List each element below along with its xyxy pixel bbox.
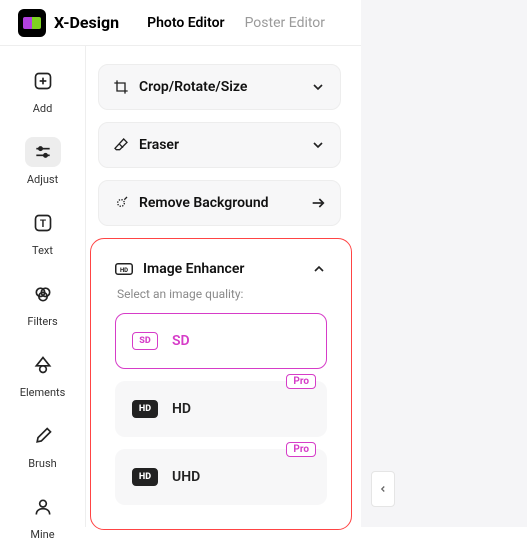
eraser-icon	[113, 137, 129, 153]
chevron-down-icon	[310, 137, 326, 153]
chevron-down-icon	[310, 79, 326, 95]
accordion-image-enhancer[interactable]: HD Image Enhancer Select an image qualit…	[101, 249, 341, 511]
sidebar-item-label: Elements	[20, 386, 66, 399]
quality-label: SD	[172, 333, 190, 349]
arrow-right-icon	[310, 195, 326, 211]
canvas-area	[361, 0, 527, 527]
highlight-callout: HD Image Enhancer Select an image qualit…	[90, 238, 352, 530]
pro-badge: Pro	[286, 374, 316, 389]
app-logo	[18, 9, 46, 37]
sidebar-item-add[interactable]: Add	[13, 66, 73, 115]
text-icon: T	[33, 213, 53, 233]
sd-badge-icon: SD	[132, 332, 158, 350]
sidebar-item-label: Filters	[27, 315, 57, 328]
svg-text:HD: HD	[120, 267, 128, 274]
tab-photo-editor[interactable]: Photo Editor	[147, 15, 224, 31]
tab-poster-editor[interactable]: Poster Editor	[245, 15, 325, 31]
sidebar-item-label: Mine	[30, 528, 54, 541]
chevron-left-icon	[378, 482, 388, 496]
sidebar-item-text[interactable]: T Text	[13, 208, 73, 257]
left-sidebar: Add Adjust T Text Filters Elements Brush…	[0, 46, 86, 527]
sliders-icon	[33, 142, 53, 162]
sidebar-item-mine[interactable]: Mine	[13, 492, 73, 541]
quality-option-uhd[interactable]: Pro HD UHD	[115, 449, 327, 505]
quality-option-sd[interactable]: SD SD	[115, 313, 327, 369]
accordion-crop[interactable]: Crop/Rotate/Size	[98, 64, 341, 110]
pro-badge: Pro	[286, 442, 316, 457]
accordion-title: Image Enhancer	[143, 261, 244, 277]
hd-badge-icon: HD	[132, 400, 158, 418]
accordion-title: Remove Background	[139, 195, 269, 211]
accordion-title: Eraser	[139, 137, 179, 153]
chevron-up-icon	[311, 261, 327, 277]
sidebar-item-filters[interactable]: Filters	[13, 279, 73, 328]
plus-icon	[33, 71, 53, 91]
accordion-eraser[interactable]: Eraser	[98, 122, 341, 168]
quality-label: UHD	[172, 469, 200, 485]
quality-label: HD	[172, 401, 191, 417]
collapse-panel-button[interactable]	[371, 471, 395, 507]
accordion-title: Crop/Rotate/Size	[139, 79, 247, 95]
sidebar-item-label: Text	[32, 244, 53, 257]
remove-bg-icon	[113, 195, 129, 211]
sidebar-item-elements[interactable]: Elements	[13, 350, 73, 399]
uhd-badge-icon: HD	[132, 468, 158, 486]
accordion-remove-background[interactable]: Remove Background	[98, 180, 341, 226]
hd-icon: HD	[115, 262, 133, 276]
enhancer-subtitle: Select an image quality:	[115, 287, 327, 301]
filters-icon	[33, 284, 53, 304]
sidebar-item-label: Adjust	[27, 173, 58, 186]
crop-icon	[113, 79, 129, 95]
user-icon	[33, 497, 53, 517]
shapes-icon	[33, 355, 53, 375]
brush-icon	[33, 426, 53, 446]
sidebar-item-adjust[interactable]: Adjust	[13, 137, 73, 186]
svg-text:T: T	[39, 219, 45, 230]
quality-option-hd[interactable]: Pro HD HD	[115, 381, 327, 437]
sidebar-item-label: Brush	[28, 457, 56, 470]
sidebar-item-label: Add	[33, 102, 53, 115]
sidebar-item-brush[interactable]: Brush	[13, 421, 73, 470]
brand-name: X-Design	[54, 13, 119, 32]
